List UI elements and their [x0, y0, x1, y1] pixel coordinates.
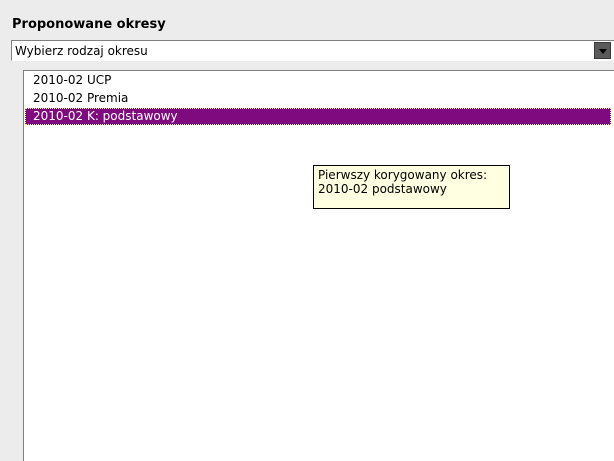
list-item[interactable]: 2010-02 UCP [25, 72, 611, 89]
tooltip-line-1: Pierwszy korygowany okres: [318, 168, 488, 182]
list-item-label: 2010-02 K: podstawowy [33, 109, 178, 123]
section-title: Proponowane okresy [12, 17, 166, 32]
chevron-down-icon[interactable] [594, 42, 611, 59]
proposed-periods-panel: Proponowane okresy Wybierz rodzaj okresu… [0, 0, 614, 461]
list-item-label: 2010-02 UCP [33, 73, 112, 87]
periods-listbox[interactable]: 2010-02 UCP 2010-02 Premia 2010-02 K: po… [23, 70, 614, 461]
dropdown-selected-value: Wybierz rodzaj okresu [15, 44, 148, 58]
tooltip-line-2: 2010-02 podstawowy [318, 182, 447, 196]
list-item-label: 2010-02 Premia [33, 91, 129, 105]
tooltip: Pierwszy korygowany okres: 2010-02 podst… [313, 165, 510, 209]
list-item[interactable]: 2010-02 Premia [25, 90, 611, 107]
list-item-selected[interactable]: 2010-02 K: podstawowy [25, 108, 611, 125]
period-type-dropdown[interactable]: Wybierz rodzaj okresu [11, 40, 614, 61]
